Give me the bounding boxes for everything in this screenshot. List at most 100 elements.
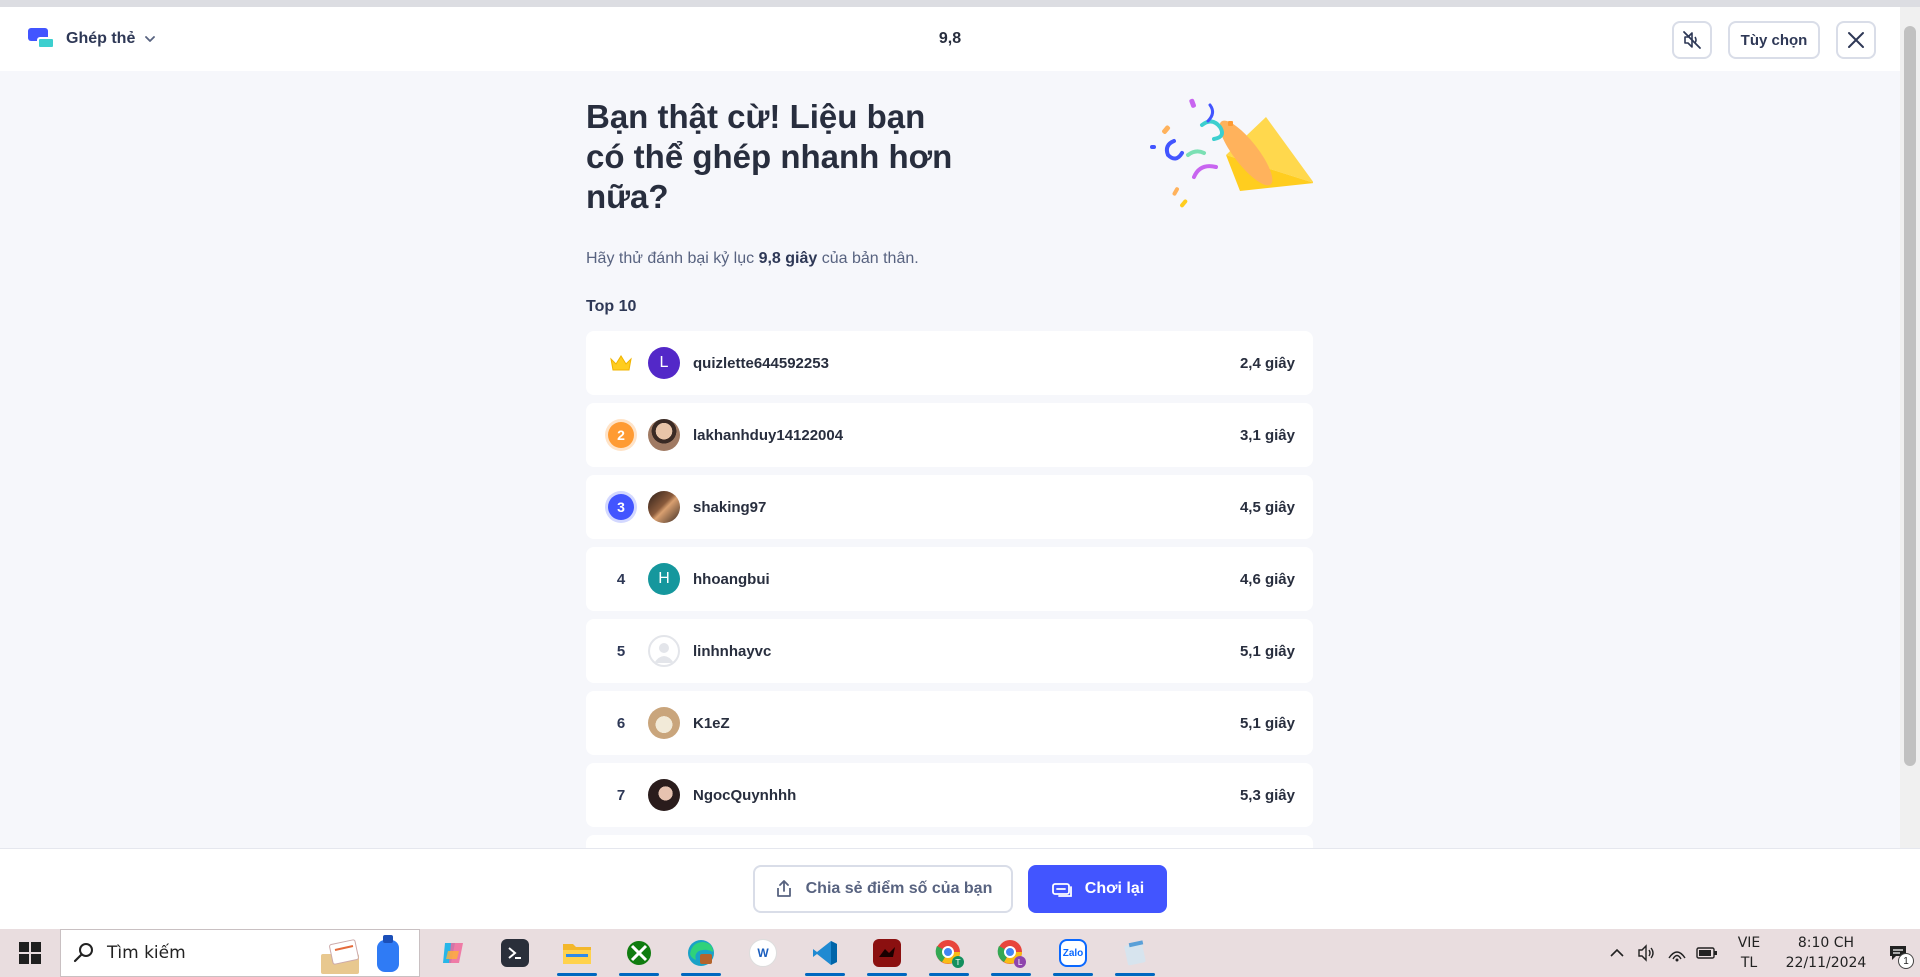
file-explorer-icon[interactable] — [546, 929, 608, 977]
leaderboard-row: 2 lakhanhduy14122004 3,1 giây — [586, 403, 1313, 467]
wifi-icon[interactable] — [1662, 929, 1692, 977]
rank-medal-3: 3 — [608, 494, 634, 520]
username: lakhanhduy14122004 — [693, 426, 844, 444]
volume-icon[interactable] — [1632, 929, 1662, 977]
app-header: Ghép thẻ 9,8 Tùy chọn — [0, 7, 1900, 71]
taskbar-search[interactable]: Tìm kiếm — [60, 929, 420, 977]
close-icon — [1848, 32, 1864, 48]
leaderboard-title: Top 10 — [586, 298, 637, 315]
notification-badge: 1 — [1898, 953, 1914, 969]
chrome-profile-t-icon[interactable]: T — [918, 929, 980, 977]
windows-taskbar: Tìm kiếm W T L Zalo VIE TL 8:10 CH 22/11… — [0, 929, 1920, 977]
mute-button[interactable] — [1672, 21, 1712, 59]
leaderboard-row: 3 shaking97 4,5 giây — [586, 475, 1313, 539]
username: linhnhayvc — [693, 642, 772, 660]
record-message-suffix: của bản thân. — [817, 250, 919, 267]
score: 4,6 giây — [1239, 570, 1295, 588]
results-footer: Chia sẻ điểm số của bạn Chơi lại — [0, 848, 1920, 929]
leaderboard-row: 7 NgocQuynhhh 5,3 giây — [586, 763, 1313, 827]
options-button[interactable]: Tùy chọn — [1728, 21, 1820, 59]
avatar — [648, 419, 680, 451]
taskbar-apps: W T L Zalo — [422, 929, 1166, 977]
rank-number: 6 — [616, 714, 626, 732]
timer: 9,8 — [938, 30, 962, 47]
rank-number: 5 — [616, 642, 626, 660]
windows-logo-icon — [19, 942, 41, 964]
leaderboard-row: 6 K1eZ 5,1 giây — [586, 691, 1313, 755]
chrome-profile-l-icon[interactable]: L — [980, 929, 1042, 977]
input-language[interactable]: VIE TL — [1722, 933, 1776, 973]
avatar: L — [648, 347, 680, 379]
mode-label: Ghép thẻ — [66, 30, 136, 47]
start-button[interactable] — [0, 929, 60, 977]
rank-badge: 2 — [604, 421, 638, 449]
scrollbar-thumb[interactable] — [1904, 26, 1916, 766]
leaderboard-row: 4 H hhoangbui 4,6 giây — [586, 547, 1313, 611]
chevron-up-icon[interactable] — [1602, 929, 1632, 977]
page-title: Bạn thật cừ! Liệu bạn có thể ghép nhanh … — [586, 98, 953, 215]
rank-number: 4 — [616, 570, 626, 588]
leaderboard: L quizlette644592253 2,4 giây 2 lakhanhd… — [586, 331, 1313, 848]
match-mode-icon — [26, 26, 56, 52]
leaderboard-row: L quizlette644592253 2,4 giây — [586, 331, 1313, 395]
browser-top-strip — [0, 0, 1920, 7]
share-icon — [776, 880, 791, 897]
vscode-icon[interactable] — [794, 929, 856, 977]
keyboard-layout: TL — [1740, 955, 1758, 971]
score: 5,1 giây — [1239, 714, 1295, 732]
username: quizlette644592253 — [693, 354, 829, 372]
avatar — [648, 779, 680, 811]
clock-date: 22/11/2024 — [1785, 955, 1867, 971]
system-tray: VIE TL 8:10 CH 22/11/2024 1 — [1602, 929, 1920, 977]
chevron-down-icon — [145, 36, 156, 42]
score: 5,1 giây — [1239, 642, 1295, 660]
language-code: VIE — [1737, 935, 1761, 951]
avatar — [648, 707, 680, 739]
record-message-prefix: Hãy thử đánh bại kỷ lục — [586, 250, 759, 267]
share-score-button[interactable]: Chia sẻ điểm số của bạn — [753, 865, 1013, 913]
score: 4,5 giây — [1239, 498, 1295, 516]
word-app-icon[interactable]: W — [732, 929, 794, 977]
clock[interactable]: 8:10 CH 22/11/2024 — [1776, 933, 1876, 973]
battery-icon[interactable] — [1692, 929, 1722, 977]
username: hhoangbui — [693, 570, 770, 588]
rank-number: 7 — [616, 786, 626, 804]
game-app-icon[interactable] — [856, 929, 918, 977]
close-button[interactable] — [1836, 21, 1876, 59]
crown-icon — [610, 355, 632, 371]
avatar — [648, 491, 680, 523]
sound-off-icon — [1683, 31, 1701, 49]
zalo-icon[interactable]: Zalo — [1042, 929, 1104, 977]
username: K1eZ — [693, 714, 730, 732]
svg-text:T: T — [955, 958, 961, 967]
share-score-label: Chia sẻ điểm số của bạn — [805, 880, 993, 897]
edge-icon[interactable] — [670, 929, 732, 977]
avatar: H — [648, 563, 680, 595]
mode-switcher[interactable]: Ghép thẻ — [26, 25, 156, 53]
xbox-icon[interactable] — [608, 929, 670, 977]
notepad-icon[interactable] — [1104, 929, 1166, 977]
score: 5,3 giây — [1239, 786, 1295, 804]
copilot-icon[interactable] — [422, 929, 484, 977]
svg-text:L: L — [1018, 958, 1023, 967]
record-message: Hãy thử đánh bại kỷ lục 9,8 giây của bản… — [586, 250, 919, 268]
leaderboard-row: 5 linhnhayvc 5,1 giây — [586, 619, 1313, 683]
notification-button[interactable]: 1 — [1876, 929, 1920, 977]
rank-medal-2: 2 — [608, 422, 634, 448]
score: 3,1 giây — [1239, 426, 1295, 444]
username: shaking97 — [693, 498, 767, 516]
record-time: 9,8 giây — [758, 250, 818, 267]
search-highlight-icon — [321, 935, 399, 974]
leaderboard-row-partial — [586, 835, 1313, 848]
rank-1 — [604, 349, 638, 377]
terminal-icon[interactable] — [484, 929, 546, 977]
party-popper-icon — [1150, 98, 1313, 208]
clock-time: 8:10 CH — [1797, 935, 1855, 951]
username: NgocQuynhhh — [693, 786, 797, 804]
search-placeholder: Tìm kiếm — [107, 943, 186, 963]
cards-icon — [1051, 883, 1072, 897]
results-panel: Bạn thật cừ! Liệu bạn có thể ghép nhanh … — [586, 71, 1313, 848]
search-icon — [73, 943, 93, 963]
play-again-button[interactable]: Chơi lại — [1028, 865, 1167, 913]
play-again-label: Chơi lại — [1084, 880, 1145, 897]
